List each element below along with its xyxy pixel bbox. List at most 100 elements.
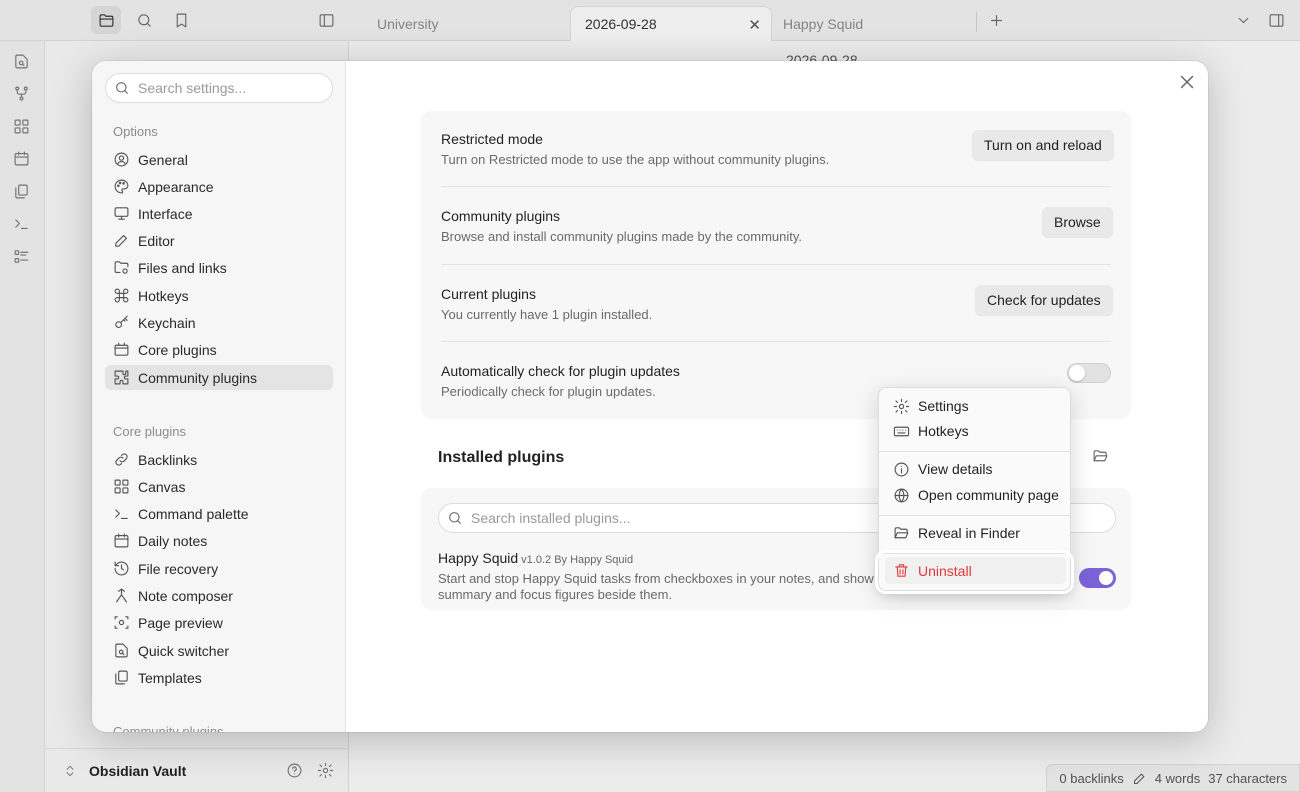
- sidebar-item-core-plugins[interactable]: Core plugins: [105, 337, 333, 362]
- menu-item-label: Reveal in Finder: [918, 525, 1020, 541]
- menu-item-label: Settings: [918, 398, 969, 414]
- sidebar-item-label: Community plugins: [138, 369, 258, 386]
- plugin-description: Start and stop Happy Squid tasks from ch…: [438, 571, 884, 602]
- setting-description: Browse and install community plugins mad…: [441, 229, 803, 244]
- community-plugins-heading: Community plugins: [113, 724, 224, 732]
- history-icon: [113, 560, 130, 577]
- sidebar-item-page-preview[interactable]: Page preview: [105, 610, 333, 635]
- setting-name: Community plugins: [441, 208, 561, 224]
- trash-icon: [893, 562, 910, 579]
- sidebar-item-file-recovery[interactable]: File recovery: [105, 556, 333, 581]
- globe-icon: [893, 487, 910, 504]
- menu-item-reveal-in-finder[interactable]: Reveal in Finder: [885, 521, 1066, 545]
- menu-item-label: View details: [918, 461, 993, 477]
- sidebar-item-label: Backlinks: [138, 451, 198, 468]
- canvas-icon: [113, 478, 130, 495]
- command-icon: [113, 287, 130, 304]
- folder-cog-icon: [113, 259, 130, 276]
- keyboard-icon: [893, 423, 910, 440]
- folder-open-icon: [893, 525, 910, 542]
- sidebar-item-label: File recovery: [138, 560, 219, 577]
- menu-divider: [879, 451, 1070, 452]
- check-for-updates-button[interactable]: Check for updates: [975, 285, 1113, 315]
- sidebar-item-label: Keychain: [138, 314, 196, 331]
- palette-icon: [113, 178, 130, 195]
- sidebar-item-backlinks[interactable]: Backlinks: [105, 447, 333, 472]
- sidebar-item-label: Core plugins: [138, 341, 217, 358]
- menu-item-view-details[interactable]: View details: [885, 457, 1066, 481]
- settings-sidebar: Options General Appearance Interface Edi…: [92, 61, 346, 732]
- menu-divider: [879, 515, 1070, 516]
- sidebar-item-label: Command palette: [138, 505, 249, 522]
- menu-divider: [879, 553, 1070, 554]
- menu-item-label: Uninstall: [918, 562, 972, 579]
- row-divider: [441, 341, 1111, 342]
- sidebar-item-templates[interactable]: Templates: [105, 665, 333, 690]
- sidebar-item-keychain[interactable]: Keychain: [105, 310, 333, 335]
- search-icon: [447, 510, 463, 526]
- monitor-icon: [113, 205, 130, 222]
- sidebar-item-label: Canvas: [138, 478, 186, 495]
- plugin-box-icon: [113, 341, 130, 358]
- sidebar-item-label: Page preview: [138, 614, 223, 631]
- sidebar-item-note-composer[interactable]: Note composer: [105, 583, 333, 608]
- key-icon: [113, 314, 130, 331]
- sidebar-item-label: Templates: [138, 669, 202, 686]
- plugin-name: Happy Squid: [438, 550, 519, 566]
- sidebar-item-hotkeys[interactable]: Hotkeys: [105, 283, 333, 308]
- setting-name: Automatically check for plugin updates: [441, 363, 680, 379]
- sidebar-item-label: Hotkeys: [138, 287, 189, 304]
- sidebar-item-label: Editor: [138, 232, 175, 249]
- menu-item-label: Hotkeys: [918, 423, 969, 439]
- menu-item-label: Open community page: [918, 487, 1059, 503]
- files-icon: [113, 669, 130, 686]
- calendar-icon: [113, 532, 130, 549]
- menu-item-hotkeys[interactable]: Hotkeys: [885, 419, 1066, 443]
- search-settings-input[interactable]: [138, 80, 318, 96]
- sidebar-item-daily-notes[interactable]: Daily notes: [105, 528, 333, 553]
- sidebar-item-appearance[interactable]: Appearance: [105, 174, 333, 199]
- community-plugins-pane: Restricted mode Turn on Restricted mode …: [346, 61, 1208, 732]
- sidebar-item-general[interactable]: General: [105, 147, 333, 172]
- sidebar-item-interface[interactable]: Interface: [105, 201, 333, 226]
- file-search-icon: [113, 642, 130, 659]
- options-heading: Options: [113, 124, 158, 139]
- folder-open-icon[interactable]: [1092, 448, 1109, 465]
- merge-icon: [113, 587, 130, 604]
- row-divider: [441, 264, 1111, 265]
- plugin-title: Happy Squid v1.0.2 By Happy Squid: [438, 550, 633, 566]
- pencil-icon: [113, 232, 130, 249]
- sidebar-item-quick-switcher[interactable]: Quick switcher: [105, 638, 333, 663]
- terminal-icon: [113, 505, 130, 522]
- sidebar-item-label: General: [138, 151, 188, 168]
- turn-on-and-reload-button[interactable]: Turn on and reload: [972, 130, 1114, 160]
- search-settings-field[interactable]: [105, 73, 333, 103]
- gear-icon: [893, 398, 910, 415]
- installed-plugins-heading: Installed plugins: [438, 449, 565, 466]
- sidebar-item-editor[interactable]: Editor: [105, 228, 333, 253]
- core-plugins-heading: Core plugins: [113, 424, 186, 439]
- sidebar-item-label: Daily notes: [138, 532, 208, 549]
- sidebar-item-community-plugins[interactable]: Community plugins: [105, 365, 333, 390]
- sidebar-item-files-and-links[interactable]: Files and links: [105, 255, 333, 280]
- search-icon: [114, 80, 130, 96]
- sidebar-item-canvas[interactable]: Canvas: [105, 474, 333, 499]
- menu-item-uninstall[interactable]: Uninstall: [885, 557, 1066, 584]
- backlinks-icon: [113, 451, 130, 468]
- sidebar-item-label: Appearance: [138, 178, 214, 195]
- browse-button[interactable]: Browse: [1042, 207, 1113, 237]
- auto-check-updates-toggle[interactable]: [1067, 363, 1111, 383]
- search-installed-plugins-input[interactable]: [471, 510, 871, 526]
- plugin-context-menu: Settings Hotkeys View details Open commu…: [878, 387, 1071, 591]
- plugin-enabled-toggle[interactable]: [1079, 568, 1116, 588]
- row-divider: [441, 186, 1111, 187]
- menu-item-open-community-page[interactable]: Open community page: [885, 483, 1066, 507]
- sidebar-item-label: Note composer: [138, 587, 233, 604]
- sidebar-item-command-palette[interactable]: Command palette: [105, 501, 333, 526]
- menu-item-settings[interactable]: Settings: [885, 394, 1066, 418]
- setting-community-plugins: Community plugins Browse and install com…: [441, 208, 1111, 244]
- sidebar-item-label: Files and links: [138, 259, 227, 276]
- sidebar-item-label: Quick switcher: [138, 642, 230, 659]
- plugin-version-author: v1.0.2 By Happy Squid: [521, 554, 634, 566]
- info-icon: [893, 461, 910, 478]
